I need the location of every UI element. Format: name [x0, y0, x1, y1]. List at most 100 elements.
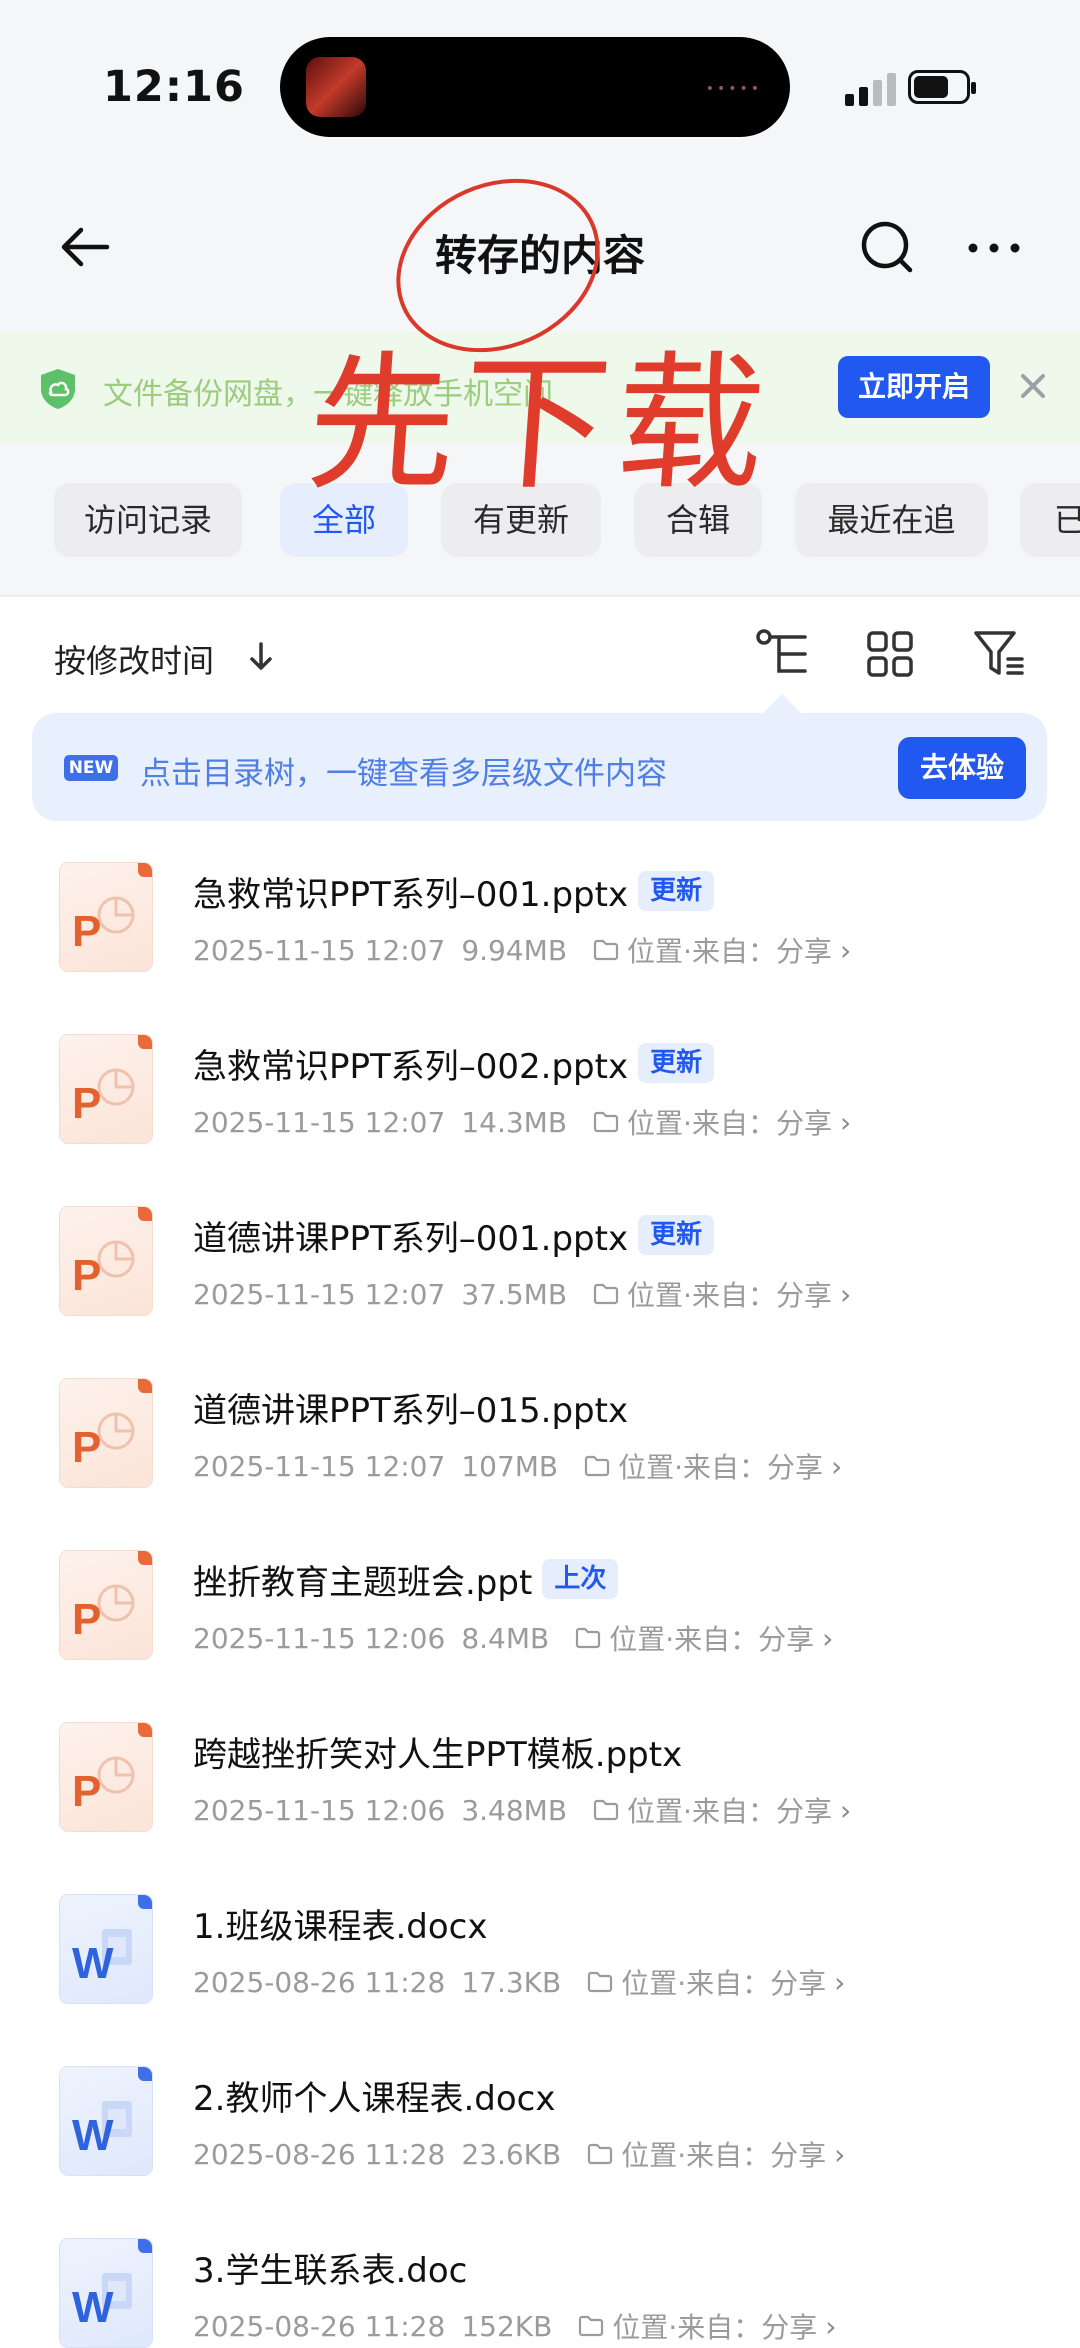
file-row[interactable]: W 1.班级课程表.docx 2025-08-26 11:28 17.3KB 位置·来自… [0, 1870, 1080, 2042]
chevron-right-icon: › [825, 2309, 837, 2343]
arrow-down-icon[interactable] [245, 638, 277, 674]
chip-truncated[interactable]: 已 [1020, 483, 1080, 557]
file-badge: 更新 [638, 871, 715, 911]
try-now-button[interactable]: 去体验 [898, 737, 1026, 799]
ppt-file-icon: P [60, 1035, 152, 1143]
dynamic-island[interactable]: ••••• [280, 37, 790, 137]
file-badge: 上次 [542, 1559, 619, 1599]
more-icon [968, 243, 1020, 253]
file-location-link[interactable]: 位置·来自：分享 [621, 2134, 826, 2174]
chevron-right-icon: › [834, 2137, 846, 2171]
folder-icon [588, 1971, 613, 1993]
folder-icon [585, 1455, 610, 1477]
file-size: 23.6KB [461, 2137, 562, 2171]
file-size: 107MB [461, 1449, 559, 1483]
word-file-icon: W [60, 1895, 152, 2003]
annotation-text: 先下载 [301, 338, 777, 510]
file-date: 2025-08-26 11:28 [193, 1965, 446, 1999]
file-location-link[interactable]: 位置·来自：分享 [627, 930, 832, 970]
file-size: 152KB [461, 2309, 553, 2343]
file-name: 挫折教育主题班会.ppt [193, 1562, 533, 1603]
file-size: 3.48MB [461, 1793, 568, 1827]
file-name: 跨越挫折笑对人生PPT模板.pptx [193, 1734, 683, 1775]
grid-icon[interactable] [866, 630, 914, 678]
file-row[interactable]: W 3.学生联系表.doc 2025-08-26 11:28 152KB 位置·来自：分… [0, 2214, 1080, 2348]
ppt-file-icon: P [60, 1723, 152, 1831]
audio-wave-icon: ••••• [705, 81, 762, 97]
ppt-file-icon: P [60, 863, 152, 971]
file-date: 2025-08-26 11:28 [193, 2137, 446, 2171]
file-list: P 急救常识PPT系列–001.pptx 更新 2025-11-15 12:07 9.9… [0, 838, 1080, 2348]
now-playing-artwork [306, 57, 366, 117]
file-date: 2025-11-15 12:07 [193, 933, 446, 967]
file-row[interactable]: P 道德讲课PPT系列–015.pptx 2025-11-15 12:07 107MB… [0, 1354, 1080, 1526]
file-row[interactable]: P 道德讲课PPT系列–001.pptx 更新 2025-11-15 12:07 37.… [0, 1182, 1080, 1354]
file-date: 2025-11-15 12:07 [193, 1277, 446, 1311]
folder-icon [576, 1627, 601, 1649]
tree-icon[interactable] [755, 628, 811, 680]
battery-icon [908, 70, 976, 104]
folder-icon [593, 1283, 619, 1305]
file-date: 2025-11-15 12:06 [193, 1793, 446, 1827]
ppt-file-icon: P [60, 1551, 152, 1659]
file-badge: 更新 [638, 1215, 715, 1255]
ppt-file-icon: P [60, 1207, 152, 1315]
new-badge: NEW [64, 755, 118, 781]
file-location-link[interactable]: 位置·来自：分享 [609, 1618, 814, 1658]
file-name: 道德讲课PPT系列–015.pptx [193, 1390, 629, 1431]
file-name: 道德讲课PPT系列–001.pptx [193, 1218, 629, 1259]
sort-selector[interactable]: 按修改时间 [54, 636, 214, 682]
file-location-link[interactable]: 位置·来自：分享 [627, 1274, 832, 1314]
search-icon [861, 221, 913, 273]
file-row[interactable]: P 急救常识PPT系列–002.pptx 更新 2025-11-15 12:07 14.… [0, 1010, 1080, 1182]
chip-recently-following[interactable]: 最近在追 [795, 483, 988, 557]
close-icon[interactable] [1015, 368, 1051, 404]
file-date: 2025-11-15 12:07 [193, 1105, 446, 1139]
filter-icon[interactable] [972, 628, 1026, 680]
file-name: 急救常识PPT系列–001.pptx [193, 874, 629, 915]
shield-icon [41, 369, 75, 409]
chevron-right-icon: › [839, 933, 852, 967]
cellular-signal-icon [845, 70, 901, 106]
file-date: 2025-11-15 12:06 [193, 1621, 446, 1655]
file-size: 9.94MB [461, 933, 568, 967]
file-name: 1.班级课程表.docx [193, 1906, 488, 1947]
file-location-link[interactable]: 位置·来自：分享 [627, 1790, 832, 1830]
folder-icon [588, 2143, 613, 2165]
chip-visit-history[interactable]: 访问记录 [54, 483, 242, 557]
file-name: 3.学生联系表.doc [193, 2250, 468, 2291]
ppt-file-icon: P [60, 1379, 152, 1487]
file-name: 2.教师个人课程表.docx [193, 2078, 556, 2119]
file-row[interactable]: P 跨越挫折笑对人生PPT模板.pptx 2025-11-15 12:06 3.48M… [0, 1698, 1080, 1870]
word-file-icon: W [60, 2239, 152, 2347]
file-location-link[interactable]: 位置·来自：分享 [618, 1446, 823, 1486]
file-size: 8.4MB [461, 1621, 550, 1655]
folder-icon [593, 939, 619, 961]
enable-backup-button[interactable]: 立即开启 [838, 356, 990, 418]
chevron-right-icon: › [822, 1621, 834, 1655]
search-button[interactable] [858, 218, 918, 278]
chevron-right-icon: › [839, 1277, 852, 1311]
more-button[interactable] [965, 230, 1025, 266]
chevron-right-icon: › [834, 1965, 846, 1999]
folder-icon [593, 1111, 619, 1133]
file-size: 37.5MB [461, 1277, 568, 1311]
file-row[interactable]: W 2.教师个人课程表.docx 2025-08-26 11:28 23.6KB 位置·… [0, 2042, 1080, 2214]
file-date: 2025-08-26 11:28 [193, 2309, 446, 2343]
divider [0, 595, 1080, 597]
status-time: 12:16 [103, 62, 245, 112]
tip-text: 点击目录树，一键查看多层级文件内容 [140, 756, 667, 792]
folder-icon [593, 1799, 619, 1821]
file-location-link[interactable]: 位置·来自：分享 [621, 1962, 826, 2002]
file-row[interactable]: P 急救常识PPT系列–001.pptx 更新 2025-11-15 12:07 9.9… [0, 838, 1080, 1010]
file-size: 17.3KB [461, 1965, 562, 1999]
chevron-right-icon: › [839, 1105, 852, 1139]
file-row[interactable]: P 挫折教育主题班会.ppt 上次 2025-11-15 12:06 8.4MB 位置·来… [0, 1526, 1080, 1698]
chevron-right-icon: › [839, 1793, 852, 1827]
file-name: 急救常识PPT系列–002.pptx [193, 1046, 629, 1087]
file-location-link[interactable]: 位置·来自：分享 [612, 2306, 817, 2346]
word-file-icon: W [60, 2067, 152, 2175]
file-location-link[interactable]: 位置·来自：分享 [627, 1102, 832, 1142]
file-size: 14.3MB [461, 1105, 568, 1139]
tip-banner: NEW 点击目录树，一键查看多层级文件内容 去体验 [32, 713, 1047, 821]
